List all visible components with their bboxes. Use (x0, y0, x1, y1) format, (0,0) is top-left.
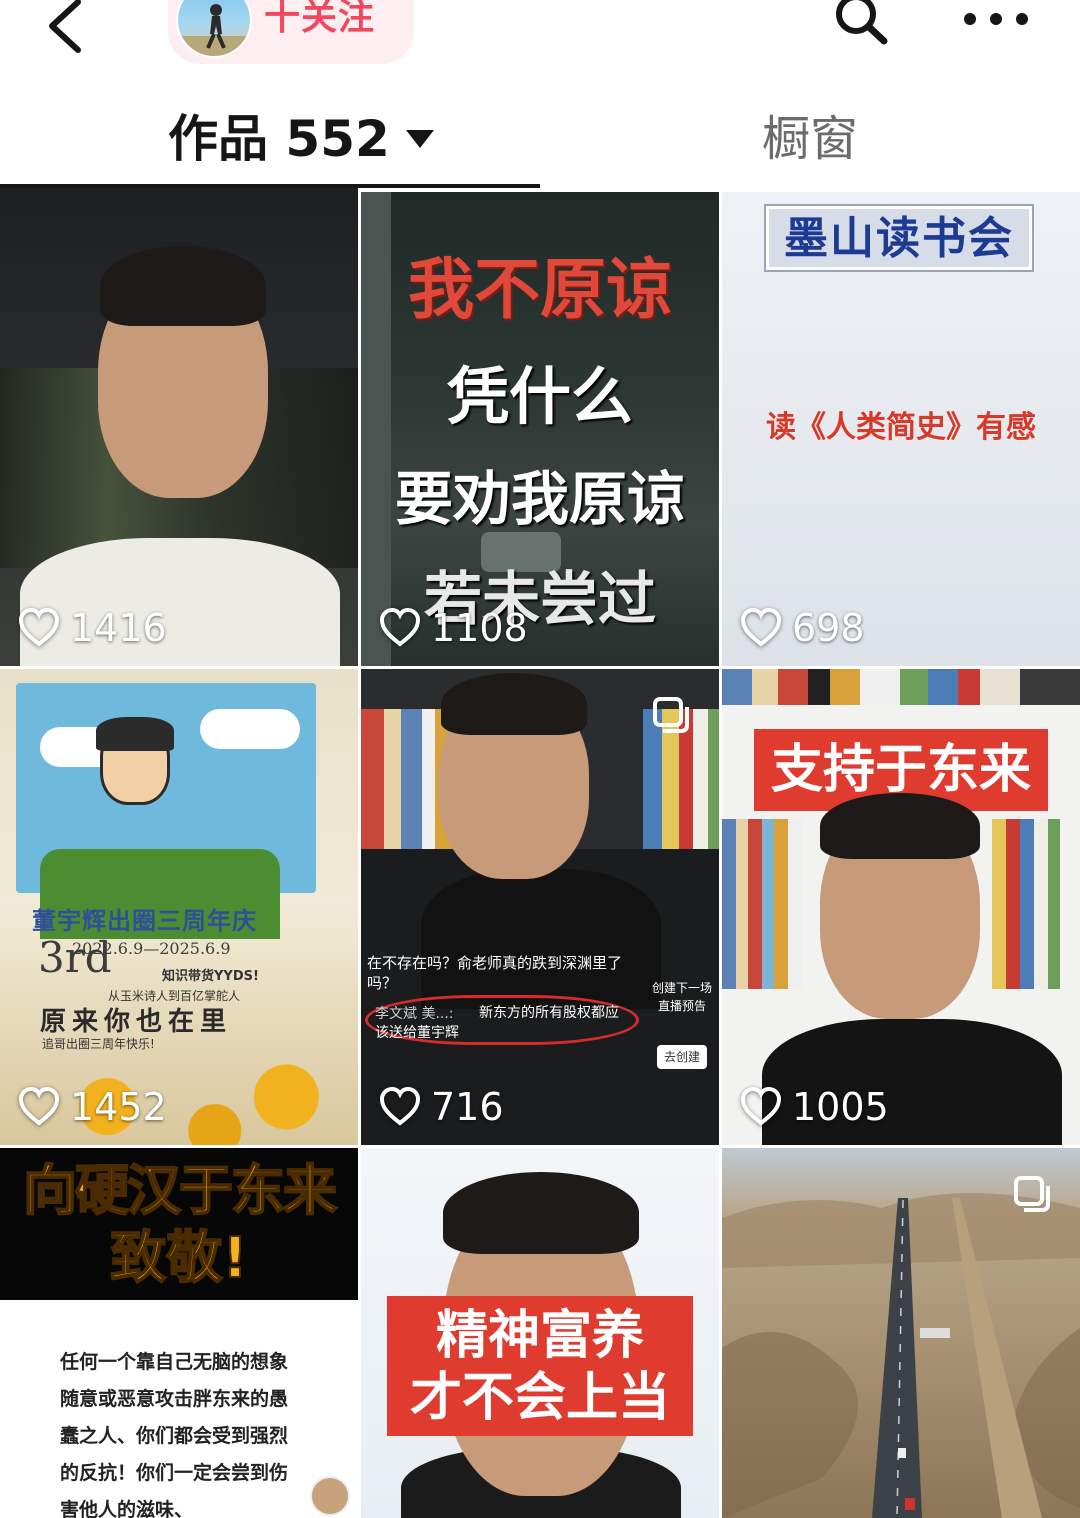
video-badge: 墨山读书会 (766, 206, 1032, 270)
video-caption: 知识带货YYDS! (162, 969, 259, 984)
create-button[interactable]: 去创建 (657, 1045, 707, 1069)
avatar[interactable] (176, 0, 252, 58)
back-button[interactable] (40, 0, 100, 60)
like-count: 1452 (18, 1085, 167, 1129)
video-body-text: 任何一个靠自己无脑的想象随意或恶意攻击胖东来的愚蠢之人、你们都会受到强烈的反抗！… (60, 1351, 289, 1518)
follow-button[interactable]: 十关注 (264, 0, 375, 40)
video-tile[interactable]: 董宇辉出圈三周年庆 3rd 2022.6.9—2025.6.9 知识带货YYDS… (0, 669, 358, 1145)
video-tile[interactable]: 我不原谅 凭什么 要劝我原谅 若未尝过 1108 (361, 192, 719, 666)
avatar (310, 1476, 350, 1516)
video-tile[interactable]: 墨山读书会 读《人类简史》有感 698 (722, 192, 1080, 666)
video-tile[interactable]: 支持于东来 1005 (722, 669, 1080, 1145)
video-banner-line: 精神富养 (435, 1306, 644, 1366)
multi-image-icon (653, 697, 689, 733)
chat-message: 在不存在吗？俞老师真的跌到深渊里了吗？ (367, 954, 623, 992)
video-tile[interactable]: 向硬汉于东来 致敬! 任何一个靠自己无脑的想象随意或恶意攻击胖东来的愚蠢之人、你… (0, 1148, 358, 1518)
live-preview-label: 创建下一场直播预告 (651, 981, 712, 1013)
video-caption: 董宇辉出圈三周年庆 (32, 907, 257, 935)
heart-outline-icon (18, 1087, 60, 1126)
like-count: 1108 (379, 606, 528, 650)
more-dots-icon (964, 13, 1028, 25)
like-count: 1416 (18, 606, 167, 650)
video-caption: 读《人类简史》有感 (766, 410, 1036, 445)
top-bar: 十关注 (0, 0, 1080, 80)
profile-tabs: 作品 552 橱窗 (0, 96, 1080, 188)
heart-outline-icon (379, 608, 421, 647)
tab-works[interactable]: 作品 552 (168, 104, 434, 174)
multi-image-icon (1014, 1176, 1050, 1212)
video-banner-line: 才不会上当 (409, 1368, 670, 1428)
tab-works-label: 作品 552 (168, 110, 390, 168)
search-button[interactable] (830, 0, 890, 48)
heart-outline-icon (740, 1087, 782, 1126)
video-tile[interactable]: 1416 (0, 188, 358, 666)
video-tile[interactable]: 在不存在吗？俞老师真的跌到深渊里了吗？ 李文斌 美...: 新东方的所有股权都应… (361, 669, 719, 1145)
video-tile[interactable]: 精神富养 才不会上当 (361, 1148, 719, 1518)
like-count: 698 (740, 606, 865, 650)
video-caption: 2022.6.9—2025.6.9 (72, 939, 231, 958)
chevron-left-icon (49, 0, 81, 53)
search-icon (836, 0, 888, 45)
video-title: 向硬汉于东来 (22, 1158, 338, 1223)
heart-outline-icon (18, 608, 60, 647)
video-banner: 精神富养 才不会上当 (387, 1296, 693, 1436)
heart-outline-icon (740, 608, 782, 647)
chat-message: 新东方的所有股权都应该送给董宇辉 (375, 1005, 619, 1041)
profile-pill[interactable]: 十关注 (168, 0, 414, 64)
more-button[interactable] (958, 4, 1038, 34)
video-tile[interactable] (722, 1148, 1080, 1518)
video-caption: 要劝我原谅 (394, 465, 685, 533)
video-title: 致敬! (109, 1225, 249, 1292)
like-count: 1005 (740, 1085, 889, 1129)
video-caption: 凭什么 (446, 360, 633, 433)
video-caption: 我不原谅 (408, 251, 672, 328)
like-count: 716 (379, 1085, 504, 1129)
video-caption: 原来你也在里 (40, 1007, 233, 1037)
caret-down-icon (405, 129, 434, 148)
heart-outline-icon (379, 1087, 421, 1126)
tab-shop[interactable]: 橱窗 (762, 104, 858, 174)
